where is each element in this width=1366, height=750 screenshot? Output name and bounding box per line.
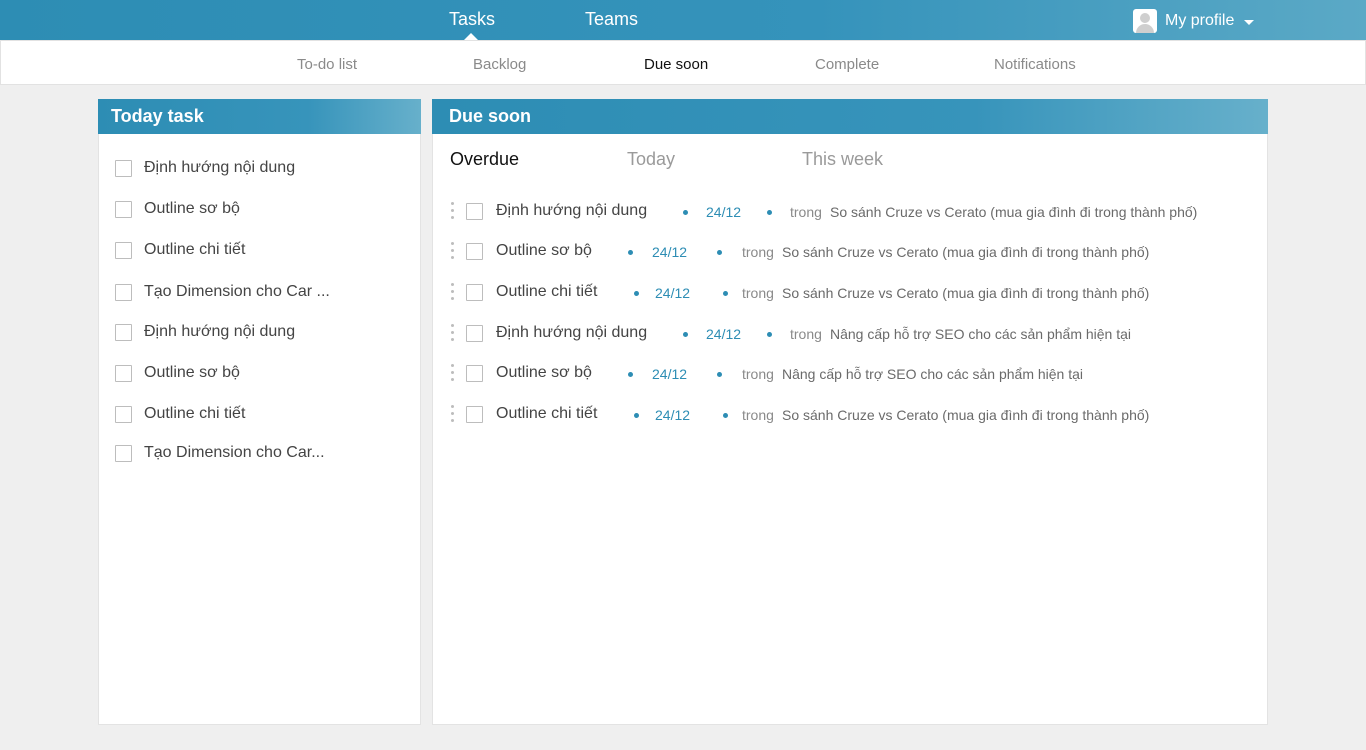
project-link[interactable]: So sánh Cruze vs Cerato (mua gia đình đi… bbox=[782, 244, 1149, 260]
today-task-title: Today task bbox=[98, 99, 421, 134]
due-task-title: Outline sơ bộ bbox=[496, 242, 592, 259]
separator-dot bbox=[767, 210, 772, 215]
separator-dot bbox=[683, 332, 688, 337]
due-date: 24/12 bbox=[706, 204, 742, 220]
active-nav-indicator bbox=[464, 33, 478, 40]
task-checkbox[interactable] bbox=[115, 200, 132, 218]
tab-this-week[interactable]: This week bbox=[802, 149, 883, 170]
tab-complete[interactable]: Complete bbox=[815, 56, 879, 73]
profile-label: My profile bbox=[1165, 12, 1235, 29]
separator-dot bbox=[628, 250, 633, 255]
project-link[interactable]: Nâng cấp hỗ trợ SEO cho các sản phẩm hiệ… bbox=[830, 326, 1131, 342]
task-label: Định hướng nội dung bbox=[144, 159, 296, 176]
sub-nav: To-do list Backlog Due soon Complete Not… bbox=[0, 40, 1366, 85]
due-task-row[interactable]: Outline sơ bộ 24/12 trong So sánh Cruze vs … bbox=[451, 240, 1251, 264]
project-link[interactable]: Nâng cấp hỗ trợ SEO cho các sản phẩm hiệ… bbox=[782, 366, 1083, 382]
task-label: Outline sơ bộ bbox=[144, 200, 240, 217]
today-task-item[interactable]: Tạo Dimension cho Car... bbox=[115, 443, 325, 463]
today-task-item[interactable]: Outline chi tiết bbox=[115, 404, 245, 424]
tab-overdue[interactable]: Overdue bbox=[450, 149, 519, 170]
due-task-row[interactable]: Outline chi tiết 24/12 trong So sánh Cruze … bbox=[451, 403, 1251, 427]
task-checkbox[interactable] bbox=[466, 203, 483, 220]
task-checkbox[interactable] bbox=[115, 159, 132, 177]
drag-handle-icon[interactable] bbox=[451, 202, 455, 222]
due-task-title: Định hướng nội dung bbox=[496, 324, 648, 341]
task-label: Outline chi tiết bbox=[144, 405, 246, 422]
separator-dot bbox=[634, 413, 639, 418]
nav-tasks[interactable]: Tasks bbox=[449, 9, 495, 30]
due-soon-panel: Due soon Overdue Today This week Định hư… bbox=[432, 99, 1268, 725]
task-checkbox[interactable] bbox=[466, 284, 483, 301]
task-label: Định hướng nội dung bbox=[144, 323, 296, 340]
due-task-row[interactable]: Outline chi tiết 24/12 trong So sánh Cruze … bbox=[451, 281, 1251, 305]
task-checkbox[interactable] bbox=[466, 406, 483, 423]
due-task-title: Định hướng nội dung bbox=[496, 202, 648, 219]
tab-backlog[interactable]: Backlog bbox=[473, 56, 526, 73]
task-checkbox[interactable] bbox=[115, 364, 132, 382]
project-link[interactable]: So sánh Cruze vs Cerato (mua gia đình đi… bbox=[830, 204, 1197, 220]
due-date: 24/12 bbox=[652, 366, 688, 382]
separator-dot bbox=[683, 210, 688, 215]
today-task-item[interactable]: Outline sơ bộ bbox=[115, 363, 240, 383]
drag-handle-icon[interactable] bbox=[451, 242, 455, 262]
in-label: trong bbox=[742, 407, 774, 423]
due-date: 24/12 bbox=[652, 244, 688, 260]
due-date: 24/12 bbox=[655, 407, 691, 423]
due-task-title: Outline chi tiết bbox=[496, 405, 598, 422]
today-task-item[interactable]: Định hướng nội dung bbox=[115, 322, 295, 342]
task-checkbox[interactable] bbox=[115, 444, 132, 462]
task-checkbox[interactable] bbox=[115, 283, 132, 301]
project-link[interactable]: So sánh Cruze vs Cerato (mua gia đình đi… bbox=[782, 407, 1149, 423]
today-task-item[interactable]: Outline chi tiết bbox=[115, 240, 245, 260]
task-checkbox[interactable] bbox=[115, 405, 132, 423]
separator-dot bbox=[628, 372, 633, 377]
task-checkbox[interactable] bbox=[466, 365, 483, 382]
tab-due-soon[interactable]: Due soon bbox=[644, 56, 708, 73]
task-label: Tạo Dimension cho Car ... bbox=[144, 283, 330, 300]
in-label: trong bbox=[742, 285, 774, 301]
in-label: trong bbox=[742, 244, 774, 260]
tab-todo-list[interactable]: To-do list bbox=[297, 56, 357, 73]
drag-handle-icon[interactable] bbox=[451, 405, 455, 425]
separator-dot bbox=[723, 291, 728, 296]
due-task-title: Outline chi tiết bbox=[496, 283, 598, 300]
task-label: Outline sơ bộ bbox=[144, 364, 240, 381]
task-checkbox[interactable] bbox=[466, 243, 483, 260]
in-label: trong bbox=[790, 204, 822, 220]
in-label: trong bbox=[790, 326, 822, 342]
today-task-panel: Today task Định hướng nội dung Outline s… bbox=[98, 99, 421, 725]
chevron-down-icon bbox=[1244, 20, 1255, 25]
drag-handle-icon[interactable] bbox=[451, 324, 455, 344]
tab-today[interactable]: Today bbox=[627, 149, 675, 170]
task-label: Outline chi tiết bbox=[144, 241, 246, 258]
today-task-item[interactable]: Định hướng nội dung bbox=[115, 158, 295, 178]
drag-handle-icon[interactable] bbox=[451, 283, 455, 303]
profile-menu[interactable]: My profile bbox=[1133, 9, 1255, 33]
due-soon-title: Due soon bbox=[432, 99, 1268, 134]
project-link[interactable]: So sánh Cruze vs Cerato (mua gia đình đi… bbox=[782, 285, 1149, 301]
separator-dot bbox=[717, 250, 722, 255]
separator-dot bbox=[634, 291, 639, 296]
separator-dot bbox=[717, 372, 722, 377]
task-checkbox[interactable] bbox=[115, 241, 132, 259]
drag-handle-icon[interactable] bbox=[451, 364, 455, 384]
today-task-item[interactable]: Outline sơ bộ bbox=[115, 199, 240, 219]
due-task-title: Outline sơ bộ bbox=[496, 364, 592, 381]
in-label: trong bbox=[742, 366, 774, 382]
due-date: 24/12 bbox=[706, 326, 742, 342]
top-bar: Tasks Teams My profile bbox=[0, 0, 1366, 40]
task-checkbox[interactable] bbox=[466, 325, 483, 342]
task-checkbox[interactable] bbox=[115, 323, 132, 341]
due-date: 24/12 bbox=[655, 285, 691, 301]
separator-dot bbox=[767, 332, 772, 337]
separator-dot bbox=[723, 413, 728, 418]
avatar-icon bbox=[1133, 9, 1157, 33]
due-task-row[interactable]: Định hướng nội dung 24/12 trong So sánh Cru… bbox=[451, 200, 1251, 224]
today-task-item[interactable]: Tạo Dimension cho Car ... bbox=[115, 282, 330, 302]
due-task-row[interactable]: Outline sơ bộ 24/12 trong Nâng cấp hỗ trợ S… bbox=[451, 362, 1251, 386]
tab-notifications[interactable]: Notifications bbox=[994, 56, 1076, 73]
due-task-row[interactable]: Định hướng nội dung 24/12 trong Nâng cấp hỗ… bbox=[451, 322, 1251, 346]
task-label: Tạo Dimension cho Car... bbox=[144, 444, 325, 461]
nav-teams[interactable]: Teams bbox=[585, 9, 638, 30]
